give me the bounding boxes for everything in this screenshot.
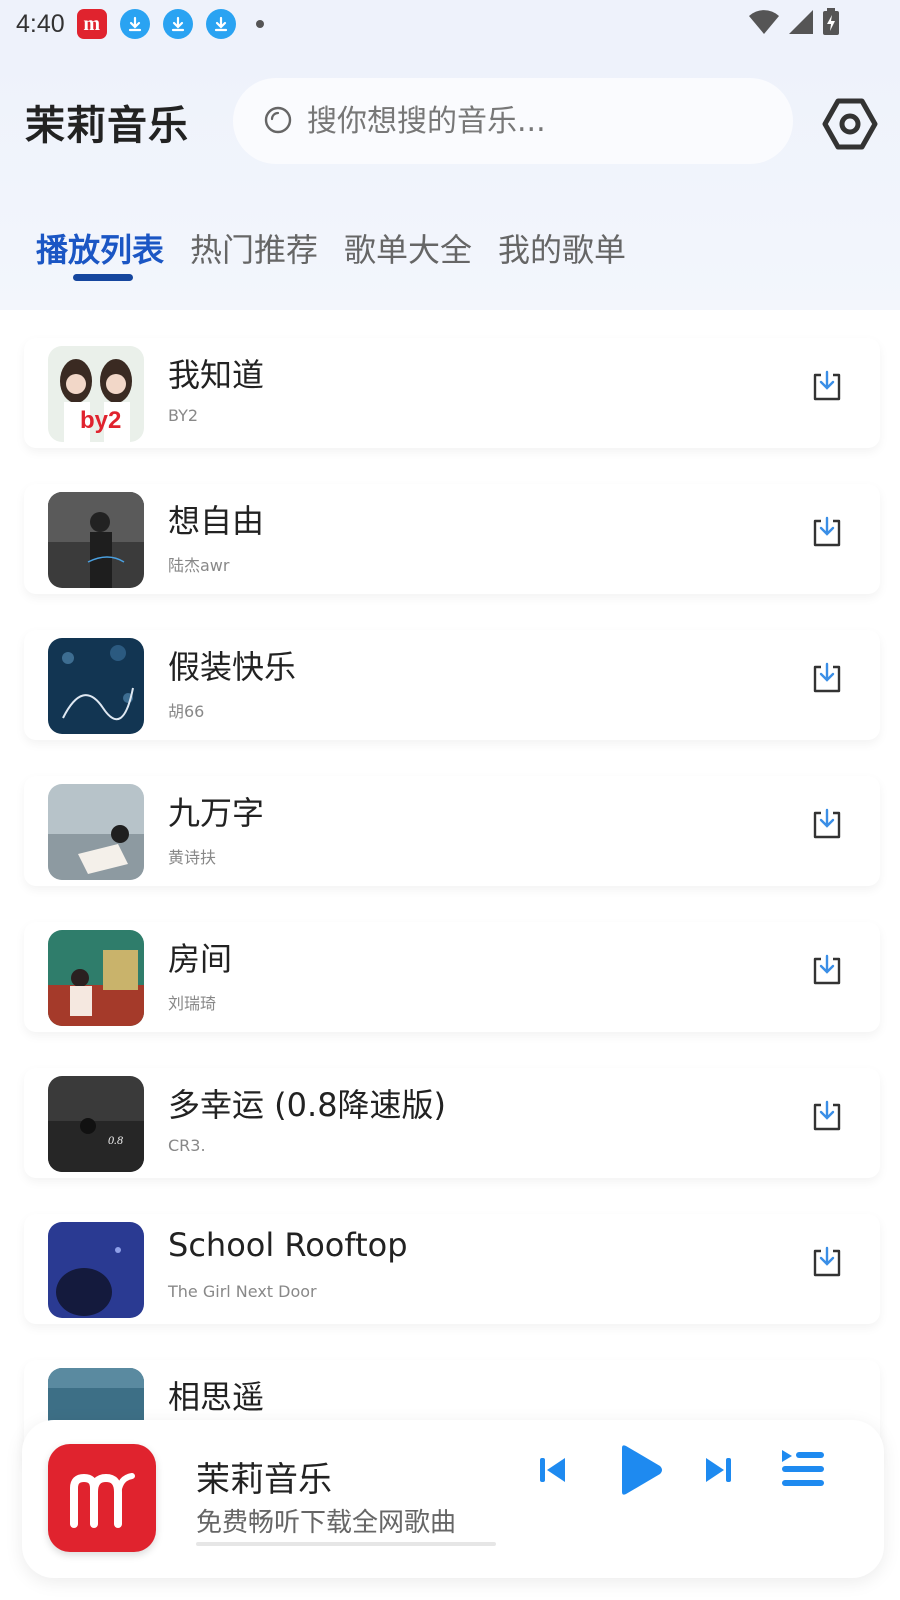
- album-cover: [48, 1222, 144, 1318]
- player-title: 茉莉音乐: [196, 1460, 332, 1500]
- download-icon[interactable]: [808, 952, 846, 990]
- song-item[interactable]: 0.8 多幸运 (0.8降速版) CR3.: [24, 1068, 880, 1178]
- app-notification-icon: m: [76, 9, 107, 39]
- player-subtitle: 免费畅听下载全网歌曲: [196, 1508, 457, 1538]
- tab-all-playlists[interactable]: 歌单大全: [344, 225, 472, 271]
- download-icon[interactable]: [808, 368, 846, 406]
- album-cover: [48, 638, 144, 734]
- song-item[interactable]: by2 我知道 BY2: [24, 338, 880, 448]
- song-artist: 刘瑞琦: [168, 994, 217, 1013]
- wifi-icon: [749, 10, 779, 34]
- svg-text:by2: by2: [80, 407, 121, 434]
- song-title: 相思遥: [168, 1378, 265, 1416]
- download-icon[interactable]: [808, 514, 846, 552]
- status-time: 4:40: [16, 9, 65, 38]
- song-item[interactable]: 假装快乐 胡66: [24, 630, 880, 740]
- song-artist: 陆杰awr: [168, 556, 230, 575]
- song-title: 想自由: [168, 502, 265, 540]
- status-bar: 4:40 m: [0, 0, 900, 48]
- battery-charging-icon: [823, 8, 839, 35]
- song-artist: CR3.: [168, 1136, 206, 1155]
- search-icon: [264, 106, 292, 134]
- download-icon: [162, 9, 193, 39]
- svg-text:0.8: 0.8: [108, 1133, 123, 1147]
- previous-icon[interactable]: [535, 1453, 569, 1487]
- album-cover: [48, 930, 144, 1026]
- song-item[interactable]: 想自由 陆杰awr: [24, 484, 880, 594]
- active-tab-indicator: [73, 274, 133, 281]
- song-artist: 黄诗扶: [168, 848, 217, 867]
- tab-my-playlists[interactable]: 我的歌单: [498, 225, 626, 271]
- album-cover: 0.8: [48, 1076, 144, 1172]
- song-title: School Rooftop: [168, 1226, 408, 1264]
- search-bar[interactable]: [233, 78, 793, 164]
- album-cover: by2: [48, 346, 144, 442]
- mini-player[interactable]: 茉莉音乐 免费畅听下载全网歌曲: [22, 1420, 884, 1578]
- dot-icon: [255, 20, 264, 28]
- song-artist: 胡66: [168, 702, 205, 721]
- search-input[interactable]: [307, 103, 757, 139]
- settings-icon[interactable]: [822, 96, 878, 152]
- song-title: 假装快乐: [168, 648, 297, 686]
- tab-playlist[interactable]: 播放列表: [36, 225, 164, 271]
- next-icon[interactable]: [702, 1453, 736, 1487]
- album-cover: [48, 784, 144, 880]
- app-title: 茉莉音乐: [25, 103, 189, 149]
- song-item[interactable]: School Rooftop The Girl Next Door: [24, 1214, 880, 1324]
- song-item[interactable]: 九万字 黄诗扶: [24, 776, 880, 886]
- download-icon: [119, 9, 150, 39]
- song-item[interactable]: 房间 刘瑞琦: [24, 922, 880, 1032]
- app-logo: [48, 1444, 156, 1552]
- playlist-icon[interactable]: [780, 1446, 826, 1492]
- download-icon: [205, 9, 236, 39]
- album-cover: [48, 492, 144, 588]
- download-icon[interactable]: [808, 1098, 846, 1136]
- song-artist: BY2: [168, 406, 199, 425]
- song-title: 九万字: [168, 794, 265, 832]
- tab-bar: 播放列表 热门推荐 歌单大全 我的歌单: [36, 225, 626, 271]
- song-title: 我知道: [168, 356, 265, 394]
- download-icon[interactable]: [808, 1244, 846, 1282]
- play-icon[interactable]: [610, 1442, 666, 1498]
- download-icon[interactable]: [808, 660, 846, 698]
- song-list[interactable]: by2 我知道 BY2 想自由 陆杰awr 假装快乐 胡66 九万字 黄诗扶 房…: [0, 310, 900, 1600]
- song-title: 房间: [168, 940, 233, 978]
- download-icon[interactable]: [808, 806, 846, 844]
- song-title: 多幸运 (0.8降速版): [168, 1086, 447, 1124]
- progress-bar[interactable]: [196, 1542, 496, 1546]
- tab-hot-recommend[interactable]: 热门推荐: [190, 225, 318, 271]
- signal-icon: [789, 10, 813, 34]
- song-artist: The Girl Next Door: [168, 1282, 317, 1301]
